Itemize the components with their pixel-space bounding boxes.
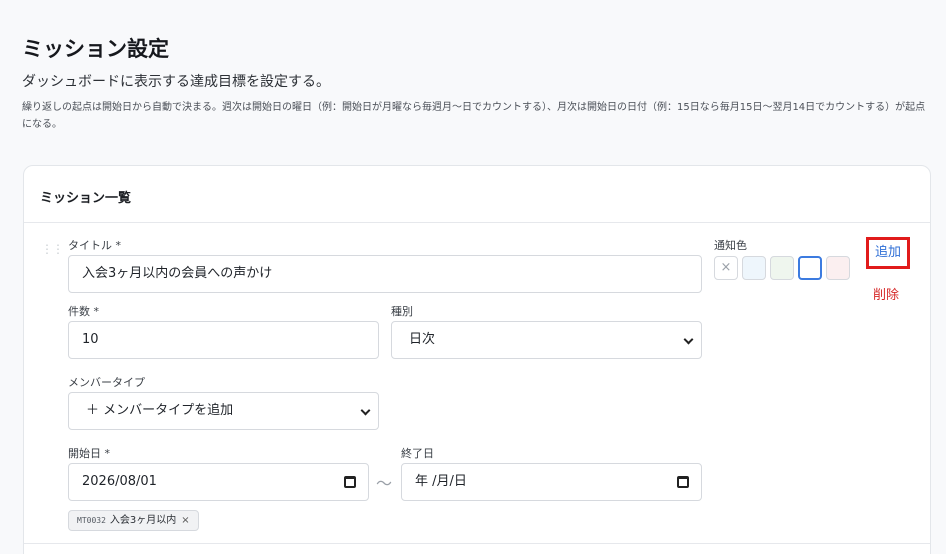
color-label: 通知色 [714, 239, 747, 252]
start-date-value: 2026/08/01 [82, 474, 157, 489]
member-type-tag: MT0032 入会3ヶ月以内 × [68, 510, 199, 531]
type-select-value: 日次 [409, 332, 436, 347]
color-swatch-green[interactable] [770, 256, 794, 280]
title-input[interactable]: 入会3ヶ月以内の会員への声かけ [68, 255, 702, 293]
calendar-icon[interactable] [677, 476, 689, 488]
color-swatch-white-selected[interactable] [798, 256, 822, 280]
chevron-down-icon [683, 334, 694, 345]
tag-code: MT0032 [77, 516, 106, 525]
title-label: タイトル * [68, 239, 121, 252]
tag-remove-icon[interactable]: × [181, 515, 189, 526]
start-date-label: 開始日 * [68, 447, 110, 460]
page-title: ミッション設定 [22, 37, 169, 61]
color-swatch-blue[interactable] [742, 256, 766, 280]
count-input[interactable]: 10 [68, 321, 379, 359]
member-type-select-value: ＋ メンバータイプを追加 [86, 403, 234, 418]
type-select[interactable]: 日次 [391, 321, 702, 359]
chevron-down-icon [360, 405, 371, 416]
end-date-input[interactable]: 年 /月/日 [401, 463, 702, 501]
color-swatch-pink[interactable] [826, 256, 850, 280]
drag-handle-icon[interactable]: ⋮⋮ [41, 243, 64, 255]
calendar-icon[interactable] [344, 476, 356, 488]
count-label: 件数 * [68, 305, 99, 318]
delete-button[interactable]: 削除 [873, 284, 899, 303]
add-button[interactable]: 追加 [866, 237, 910, 269]
mission-list-card: ミッション一覧 ⋮⋮ タイトル * 入会3ヶ月以内の会員への声かけ 件数 * 1… [23, 165, 931, 554]
end-date-value: 年 /月/日 [415, 474, 467, 489]
page-subtitle: ダッシュボードに表示する達成目標を設定する。 [22, 74, 330, 90]
card-header: ミッション一覧 [24, 166, 930, 223]
start-date-input[interactable]: 2026/08/01 [68, 463, 369, 501]
end-date-label: 終了日 [401, 447, 434, 460]
type-label: 種別 [391, 305, 413, 318]
card-title: ミッション一覧 [40, 191, 132, 206]
tag-label: 入会3ヶ月以内 [109, 515, 177, 526]
row-divider [24, 543, 930, 544]
member-type-label: メンバータイプ [68, 376, 145, 389]
page-note: 繰り返しの起点は開始日から自動で決まる。週次は開始日の曜日（例：開始日が月曜なら… [22, 102, 926, 130]
member-type-select[interactable]: ＋ メンバータイプを追加 [68, 392, 379, 430]
date-range-separator: 〜 [376, 474, 393, 493]
color-swatch-none[interactable]: × [714, 256, 738, 280]
